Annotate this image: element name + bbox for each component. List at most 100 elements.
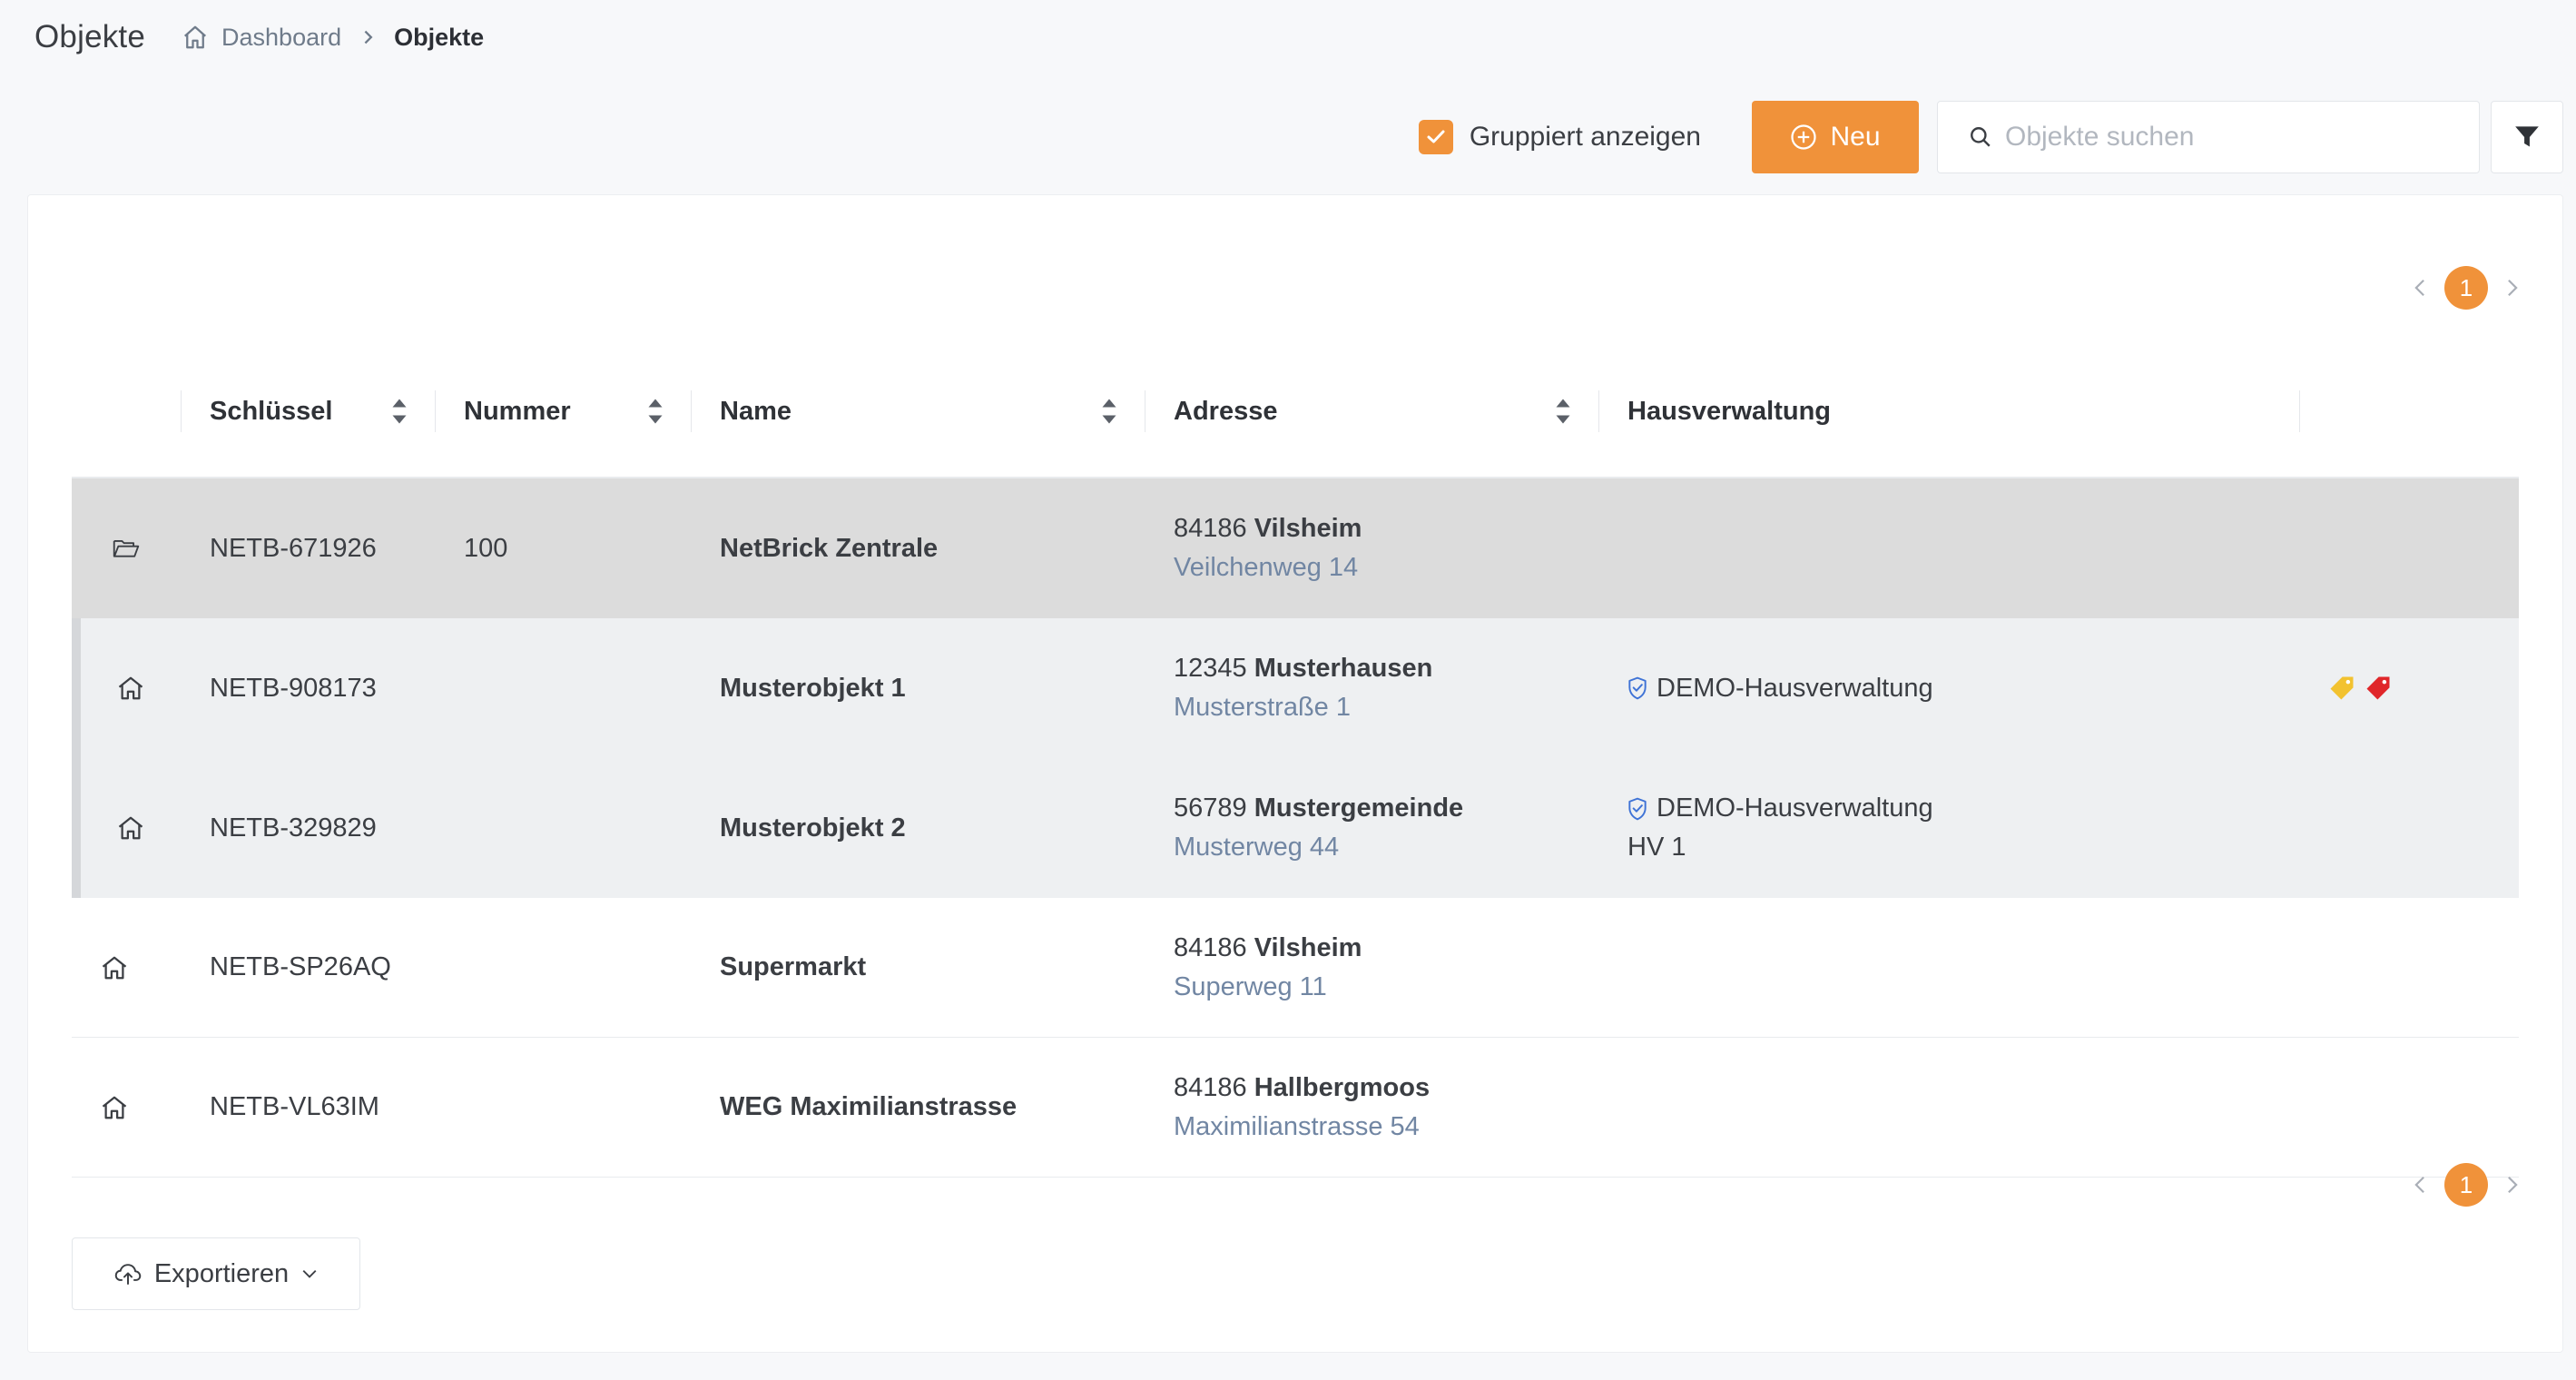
tag-red-icon[interactable]	[2365, 675, 2392, 702]
management-sub: HV 1	[1627, 833, 1686, 862]
sort-icon	[1102, 399, 1116, 424]
address-city: Hallbergmoos	[1254, 1072, 1431, 1102]
breadcrumb: Dashboard Objekte	[182, 24, 484, 52]
row-key: NETB-908173	[210, 673, 377, 703]
page-title: Objekte	[34, 19, 146, 54]
address-zip: 12345	[1174, 654, 1247, 683]
objects-card: 1 Schlüssel Nummer Name Adresse Hausverw…	[27, 194, 2563, 1353]
management-name[interactable]: DEMO-Hausverwaltung	[1657, 674, 1933, 704]
row-address: 84186 Hallbergmoos Maximilianstrasse 54	[1145, 1073, 1598, 1142]
column-header-address-label: Adresse	[1174, 396, 1278, 426]
new-button[interactable]: Neu	[1752, 101, 1919, 173]
new-button-label: Neu	[1830, 122, 1881, 152]
row-address: 56789 Mustergemeinde Musterweg 44	[1145, 794, 1598, 862]
address-zip: 84186	[1174, 1072, 1247, 1102]
column-header-key-label: Schlüssel	[210, 396, 333, 426]
column-header-name[interactable]: Name	[691, 390, 1145, 432]
chevron-right-icon	[2508, 279, 2518, 297]
chevron-left-icon	[2414, 1176, 2424, 1194]
row-name[interactable]: Musterobjekt 2	[691, 813, 1145, 843]
sort-icon	[392, 399, 407, 424]
search-input[interactable]	[2005, 122, 2459, 153]
home-icon	[102, 956, 127, 979]
chevron-left-icon	[2414, 279, 2424, 297]
row-icon-cell	[72, 1095, 181, 1120]
filter-button[interactable]	[2491, 101, 2563, 173]
home-icon	[118, 676, 143, 700]
row-name[interactable]: NetBrick Zentrale	[691, 534, 1145, 564]
pagination-next-button[interactable]	[2499, 1175, 2526, 1195]
row-key: NETB-SP26AQ	[210, 952, 391, 981]
address-zip: 84186	[1174, 514, 1247, 543]
row-address: 12345 Musterhausen Musterstraße 1	[1145, 654, 1598, 723]
checkmark-icon	[1427, 130, 1445, 143]
pagination-page-1[interactable]: 1	[2444, 266, 2488, 310]
tag-yellow-icon[interactable]	[2328, 675, 2355, 702]
address-city: Vilsheim	[1254, 932, 1362, 962]
column-header-number-label: Nummer	[464, 396, 571, 426]
pagination-bottom: 1	[2406, 1163, 2526, 1207]
column-header-name-label: Name	[720, 396, 791, 426]
home-icon	[118, 816, 143, 840]
pagination-prev-button[interactable]	[2406, 278, 2433, 298]
address-city-line: 56789 Mustergemeinde	[1174, 794, 1598, 823]
pagination-top: 1	[2406, 266, 2526, 310]
column-header-number[interactable]: Nummer	[435, 390, 691, 432]
row-management: DEMO-Hausverwaltung HV 1	[1598, 794, 2299, 862]
address-street: Veilchenweg 14	[1174, 553, 1359, 582]
row-icon-cell	[81, 675, 181, 701]
row-management: DEMO-Hausverwaltung	[1598, 674, 2299, 704]
column-header-icon	[72, 390, 181, 432]
column-header-key[interactable]: Schlüssel	[181, 390, 435, 432]
row-name[interactable]: Supermarkt	[691, 952, 1145, 982]
column-header-management-label: Hausverwaltung	[1627, 396, 1831, 426]
toolbar: Gruppiert anzeigen Neu	[1418, 100, 2563, 174]
address-street: Musterstraße 1	[1174, 693, 1351, 722]
shield-check-icon	[1628, 797, 1647, 820]
sort-icon	[1556, 399, 1570, 424]
address-street: Musterweg 44	[1174, 833, 1340, 862]
filter-icon	[2515, 126, 2539, 147]
breadcrumb-current: Objekte	[394, 23, 485, 51]
table-header: Schlüssel Nummer Name Adresse Hausverwal…	[72, 346, 2519, 478]
row-name[interactable]: Musterobjekt 1	[691, 674, 1145, 704]
management-name[interactable]: DEMO-Hausverwaltung	[1657, 794, 1933, 823]
pagination-next-button[interactable]	[2499, 278, 2526, 298]
address-city-line: 84186 Hallbergmoos	[1174, 1073, 1598, 1103]
row-number: 100	[464, 533, 508, 563]
export-button-label: Exportieren	[153, 1258, 290, 1288]
table-row-child[interactable]: NETB-908173 Musterobjekt 1 12345 Musterh…	[72, 618, 2519, 758]
address-city: Musterhausen	[1254, 654, 1433, 683]
table-row-child[interactable]: NETB-329829 Musterobjekt 2 56789 Musterg…	[72, 758, 2519, 898]
chevron-right-icon	[361, 29, 374, 45]
group-checkbox[interactable]	[1418, 120, 1453, 154]
row-key: NETB-671926	[210, 533, 377, 563]
search-icon	[1971, 127, 1991, 147]
home-icon	[102, 1096, 127, 1119]
address-zip: 84186	[1174, 932, 1247, 962]
row-key: NETB-329829	[210, 813, 377, 843]
table-row[interactable]: NETB-VL63IM WEG Maximilianstrasse 84186 …	[72, 1038, 2519, 1178]
group-checkbox-label: Gruppiert anzeigen	[1469, 122, 1701, 152]
export-button[interactable]: Exportieren	[72, 1237, 360, 1310]
address-city-line: 84186 Vilsheim	[1174, 933, 1598, 963]
group-toggle[interactable]: Gruppiert anzeigen	[1418, 120, 1701, 154]
row-key: NETB-VL63IM	[210, 1092, 379, 1121]
column-header-address[interactable]: Adresse	[1145, 390, 1598, 432]
pagination-page-1[interactable]: 1	[2444, 1163, 2488, 1207]
page-header: Objekte Dashboard Objekte	[34, 16, 484, 58]
table-row-group[interactable]: NETB-671926 100 NetBrick Zentrale 84186 …	[72, 478, 2519, 618]
row-icon-cell	[72, 955, 181, 981]
chevron-down-icon	[302, 1269, 317, 1278]
column-header-management[interactable]: Hausverwaltung	[1598, 390, 2299, 432]
plus-circle-icon	[1791, 124, 1817, 150]
pagination-prev-button[interactable]	[2406, 1175, 2433, 1195]
breadcrumb-dashboard-label: Dashboard	[221, 23, 342, 51]
table-row[interactable]: NETB-SP26AQ Supermarkt 84186 Vilsheim Su…	[72, 898, 2519, 1038]
row-name[interactable]: WEG Maximilianstrasse	[691, 1092, 1145, 1122]
address-city-line: 12345 Musterhausen	[1174, 654, 1598, 684]
cloud-upload-icon	[114, 1264, 142, 1285]
row-icon-cell	[72, 537, 181, 559]
breadcrumb-dashboard-link[interactable]: Dashboard	[182, 24, 341, 52]
address-street: Superweg 11	[1174, 971, 1327, 1001]
